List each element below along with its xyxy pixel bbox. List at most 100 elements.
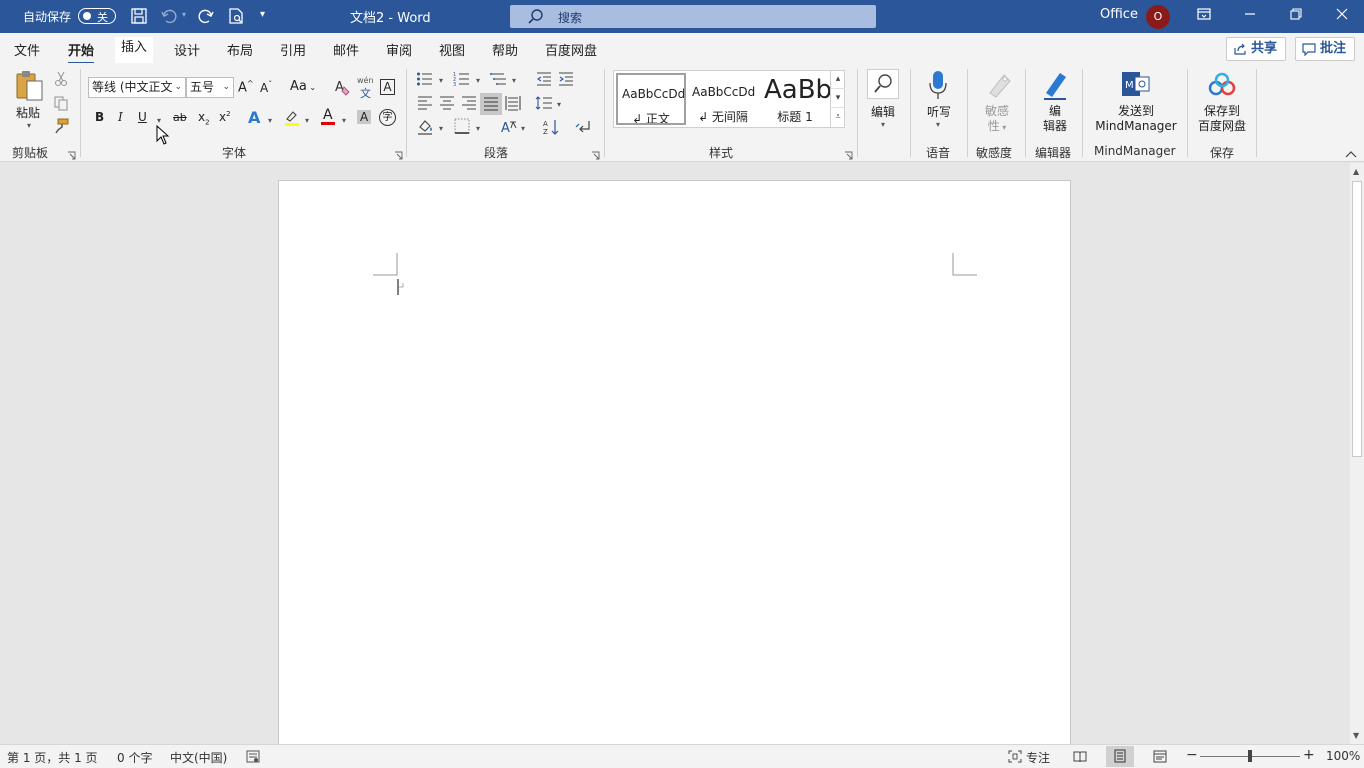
zoom-in-button[interactable]: +: [1303, 747, 1315, 763]
line-spacing-dropdown-icon[interactable]: ▾: [557, 100, 561, 109]
word-count[interactable]: 0 个字: [117, 749, 152, 766]
tab-design[interactable]: 设计: [174, 40, 200, 59]
text-effects-dropdown-icon[interactable]: ▾: [268, 116, 272, 125]
highlight-dropdown-icon[interactable]: ▾: [305, 116, 309, 125]
tab-review[interactable]: 审阅: [386, 40, 412, 59]
dictate-dropdown-icon[interactable]: ▾: [936, 120, 940, 129]
editor-icon[interactable]: [1040, 69, 1070, 101]
align-center-icon[interactable]: [439, 95, 457, 113]
gallery-up-icon[interactable]: ▴: [831, 70, 845, 89]
numbering-dropdown-icon[interactable]: ▾: [476, 76, 480, 85]
font-launcher-icon[interactable]: [394, 149, 403, 160]
subscript-icon[interactable]: x2: [198, 110, 210, 126]
paste-dropdown-icon[interactable]: ▾: [27, 121, 31, 130]
character-border-icon[interactable]: A: [380, 79, 395, 95]
justify-icon[interactable]: [480, 93, 502, 115]
scroll-down-icon[interactable]: ▼: [1353, 731, 1359, 740]
shading-dropdown-icon[interactable]: ▾: [439, 124, 443, 133]
character-shading-icon[interactable]: A: [357, 110, 372, 124]
macro-record-icon[interactable]: [246, 750, 260, 766]
enclose-characters-icon[interactable]: 字: [379, 109, 396, 126]
copy-icon[interactable]: [53, 95, 71, 113]
language-status[interactable]: 中文(中国): [170, 749, 227, 766]
dictate-label[interactable]: 听写: [927, 103, 951, 120]
restore-icon[interactable]: [1288, 6, 1308, 26]
strikethrough-icon[interactable]: ab: [173, 111, 187, 124]
tab-layout[interactable]: 布局: [227, 40, 253, 59]
format-painter-icon[interactable]: [53, 118, 71, 136]
bullets-icon[interactable]: [416, 71, 434, 89]
text-effects-icon[interactable]: A: [248, 108, 260, 127]
focus-icon[interactable]: [1008, 750, 1022, 766]
underline-dropdown-icon[interactable]: ▾: [157, 116, 161, 125]
clear-formatting-icon[interactable]: A: [334, 78, 352, 96]
styles-launcher-icon[interactable]: [844, 149, 853, 160]
close-icon[interactable]: [1334, 6, 1354, 26]
tab-insert[interactable]: 插入: [115, 37, 154, 63]
increase-indent-icon[interactable]: [558, 71, 576, 89]
multilevel-list-icon[interactable]: [490, 71, 508, 89]
distributed-icon[interactable]: [505, 95, 523, 113]
find-icon[interactable]: [867, 69, 899, 99]
pinyin-guide-icon[interactable]: 文: [360, 85, 371, 101]
focus-label[interactable]: 专注: [1026, 749, 1050, 766]
vertical-scrollbar[interactable]: ▲ ▼: [1350, 163, 1364, 744]
tab-baidu-netdisk[interactable]: 百度网盘: [545, 40, 597, 59]
align-right-icon[interactable]: [461, 95, 479, 113]
tab-file[interactable]: 文件: [14, 40, 40, 59]
superscript-icon[interactable]: x2: [219, 110, 231, 124]
tab-view[interactable]: 视图: [439, 40, 465, 59]
collapse-ribbon-icon[interactable]: [1345, 148, 1357, 158]
document-page[interactable]: [278, 180, 1071, 744]
editing-label[interactable]: 编辑: [871, 103, 895, 120]
share-button[interactable]: 共享: [1226, 37, 1286, 61]
borders-dropdown-icon[interactable]: ▾: [476, 124, 480, 133]
italic-icon[interactable]: I: [118, 110, 123, 124]
font-size-combo[interactable]: 五号 ⌄: [186, 77, 234, 98]
underline-icon[interactable]: U: [138, 110, 147, 124]
decrease-indent-icon[interactable]: [536, 71, 554, 89]
font-color-dropdown-icon[interactable]: ▾: [342, 116, 346, 125]
gallery-down-icon[interactable]: ▾: [831, 89, 845, 108]
paste-label[interactable]: 粘贴: [16, 104, 40, 121]
search-box[interactable]: 搜索: [510, 5, 876, 28]
tab-references[interactable]: 引用: [280, 40, 306, 59]
editor-label[interactable]: 编辑器: [1040, 104, 1070, 134]
shrink-font-icon[interactable]: Aˇ: [260, 80, 272, 95]
undo-icon[interactable]: [160, 7, 180, 27]
zoom-slider-thumb[interactable]: [1248, 750, 1252, 762]
sensitivity-icon[interactable]: [984, 69, 1012, 99]
highlight-icon[interactable]: [283, 109, 301, 127]
baidu-netdisk-icon[interactable]: [1206, 71, 1238, 99]
web-layout-icon[interactable]: [1153, 750, 1167, 766]
microphone-icon[interactable]: [927, 69, 949, 101]
print-layout-icon[interactable]: [1106, 746, 1134, 767]
mindmanager-icon[interactable]: M: [1120, 69, 1152, 99]
tab-home[interactable]: 开始: [68, 40, 95, 65]
ribbon-display-options-icon[interactable]: [1196, 6, 1216, 26]
editing-dropdown-icon[interactable]: ▾: [881, 120, 885, 129]
paragraph-launcher-icon[interactable]: [591, 149, 600, 160]
comments-button[interactable]: 批注: [1295, 37, 1355, 61]
customize-qat-icon[interactable]: ▾: [260, 9, 280, 29]
line-spacing-icon[interactable]: [535, 95, 553, 113]
change-case-icon[interactable]: Aa ⌄: [290, 79, 316, 94]
account-name[interactable]: Office: [1100, 7, 1138, 22]
sensitivity-label[interactable]: 敏感性 ▾: [983, 104, 1011, 135]
zoom-level[interactable]: 100%: [1326, 749, 1360, 763]
page-count[interactable]: 第 1 页，共 1 页: [7, 749, 98, 766]
save-icon[interactable]: [130, 7, 150, 27]
read-mode-icon[interactable]: [1073, 750, 1087, 766]
asian-layout-dropdown-icon[interactable]: ▾: [521, 124, 525, 133]
bold-icon[interactable]: B: [95, 110, 104, 124]
align-left-icon[interactable]: [417, 95, 435, 113]
multilevel-dropdown-icon[interactable]: ▾: [512, 76, 516, 85]
tab-help[interactable]: 帮助: [492, 40, 518, 59]
minimize-icon[interactable]: [1242, 6, 1262, 26]
tab-mailings[interactable]: 邮件: [333, 40, 359, 59]
autosave-toggle[interactable]: 关: [78, 8, 116, 24]
bullets-dropdown-icon[interactable]: ▾: [439, 76, 443, 85]
font-name-combo[interactable]: 等线 (中文正文 ⌄: [88, 77, 186, 98]
numbering-icon[interactable]: 123: [453, 71, 471, 89]
scroll-thumb[interactable]: [1352, 181, 1362, 457]
